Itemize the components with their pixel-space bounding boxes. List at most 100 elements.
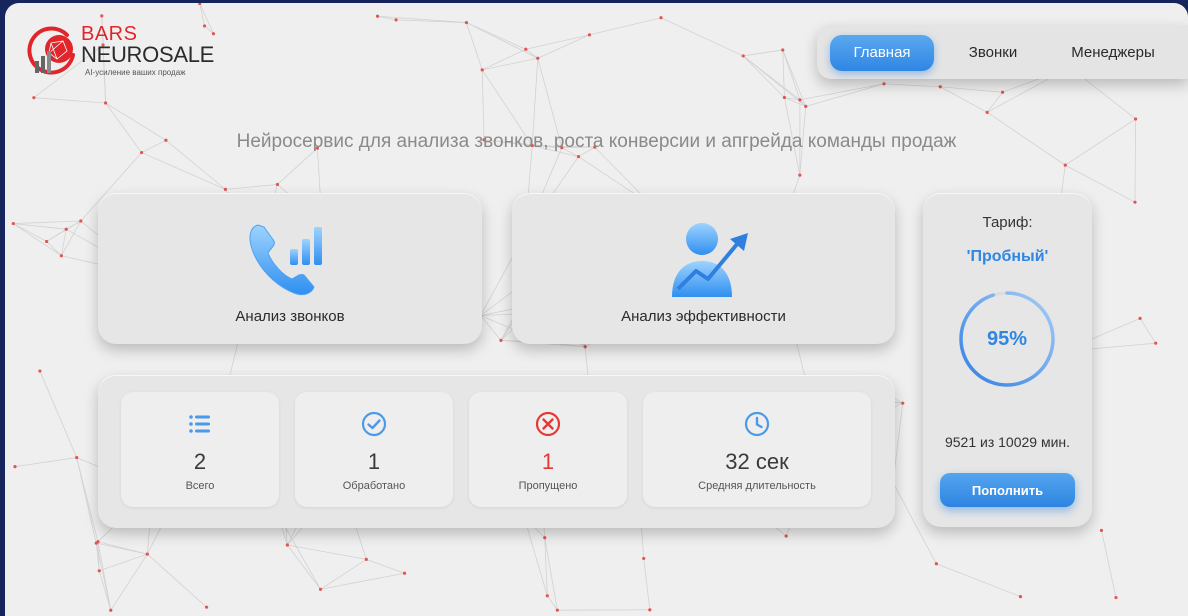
network-link bbox=[482, 48, 526, 71]
nav-item-managers[interactable]: Менеджеры bbox=[1053, 35, 1173, 71]
network-node bbox=[1114, 595, 1118, 600]
network-link bbox=[782, 49, 785, 98]
network-link bbox=[480, 315, 502, 341]
network-node bbox=[781, 48, 785, 52]
network-node bbox=[75, 455, 79, 460]
network-node bbox=[464, 20, 469, 25]
network-node bbox=[318, 587, 323, 591]
network-link bbox=[525, 48, 539, 59]
call-stats-panel: 2 Всего 1 Обработано 1 Пропущено 32 сек … bbox=[98, 375, 895, 528]
network-link bbox=[799, 83, 885, 101]
logo-icon bbox=[27, 26, 75, 75]
stat-total[interactable]: 2 Всего bbox=[121, 392, 279, 507]
app-page: BARS NEUROSALE AI-усиление ваших продаж … bbox=[5, 3, 1188, 616]
logo[interactable]: BARS NEUROSALE AI-усиление ваших продаж bbox=[23, 23, 223, 81]
clock-icon bbox=[744, 411, 770, 437]
network-node bbox=[1138, 316, 1142, 320]
network-link bbox=[481, 69, 485, 140]
network-node bbox=[45, 239, 49, 244]
network-link bbox=[147, 553, 207, 608]
network-node bbox=[480, 68, 484, 72]
stat-missed-value: 1 bbox=[541, 449, 555, 474]
network-node bbox=[882, 82, 886, 86]
network-node bbox=[555, 608, 559, 612]
network-link bbox=[13, 223, 67, 230]
network-node bbox=[394, 18, 398, 22]
network-link bbox=[482, 57, 538, 71]
network-node bbox=[804, 104, 808, 108]
stat-processed[interactable]: 1 Обработано bbox=[295, 392, 453, 507]
network-link bbox=[537, 34, 590, 59]
network-node bbox=[285, 543, 289, 547]
network-node bbox=[1133, 117, 1138, 121]
network-node bbox=[375, 14, 380, 18]
efficiency-analysis-card[interactable]: Анализ эффективности bbox=[512, 193, 895, 344]
network-node bbox=[934, 562, 938, 566]
stat-avg-duration-label: Средняя длительность bbox=[698, 480, 816, 492]
network-link bbox=[742, 55, 807, 107]
network-link bbox=[742, 55, 785, 98]
network-link bbox=[96, 542, 148, 555]
network-node bbox=[798, 173, 802, 177]
network-node bbox=[784, 534, 788, 538]
network-link bbox=[660, 17, 744, 57]
network-node bbox=[64, 227, 68, 231]
network-node bbox=[1063, 163, 1067, 167]
network-node bbox=[659, 16, 663, 20]
calls-analysis-label: Анализ звонков bbox=[235, 308, 345, 325]
network-node bbox=[985, 110, 989, 114]
stat-total-value: 2 bbox=[193, 449, 207, 474]
check-circle-icon bbox=[361, 411, 387, 437]
network-link bbox=[76, 457, 97, 544]
stat-avg-duration-value: 32 сек bbox=[725, 449, 789, 474]
network-link bbox=[99, 553, 148, 572]
stat-avg-duration[interactable]: 32 сек Средняя длительность bbox=[643, 392, 871, 507]
tariff-title: Тариф: bbox=[982, 214, 1033, 231]
network-node bbox=[59, 254, 63, 258]
network-link bbox=[277, 147, 318, 185]
network-link bbox=[46, 241, 62, 257]
network-node bbox=[543, 536, 547, 540]
network-node bbox=[524, 47, 528, 51]
network-node bbox=[97, 569, 101, 573]
network-link bbox=[1101, 530, 1117, 598]
stat-missed-label: Пропущено bbox=[518, 480, 578, 492]
minutes-used: 9521 из 10029 мин. bbox=[944, 434, 1071, 450]
network-node bbox=[32, 96, 36, 100]
list-icon bbox=[189, 415, 210, 433]
network-node bbox=[79, 219, 83, 223]
network-link bbox=[14, 457, 77, 468]
logo-brand-bottom: NEUROSALE bbox=[81, 42, 215, 67]
network-node bbox=[938, 85, 942, 89]
network-link bbox=[936, 563, 1021, 597]
nav-item-calls[interactable]: Звонки bbox=[949, 35, 1037, 71]
stat-processed-label: Обработано bbox=[342, 480, 406, 492]
tariff-name: 'Пробный' bbox=[966, 248, 1049, 265]
network-link bbox=[466, 22, 526, 50]
network-node bbox=[11, 221, 15, 226]
network-link bbox=[13, 220, 81, 224]
network-node bbox=[402, 571, 407, 575]
network-link bbox=[225, 184, 278, 190]
stat-missed[interactable]: 1 Пропущено bbox=[469, 392, 627, 507]
network-link bbox=[377, 15, 467, 23]
logo-tagline: AI-усиление ваших продаж bbox=[85, 68, 186, 77]
network-node bbox=[109, 608, 113, 612]
network-link bbox=[986, 92, 1003, 113]
network-node bbox=[223, 187, 228, 191]
network-link bbox=[287, 544, 321, 590]
network-link bbox=[33, 97, 106, 104]
network-node bbox=[576, 155, 581, 159]
calls-analysis-card[interactable]: Анализ звонков bbox=[98, 193, 482, 344]
network-node bbox=[100, 14, 104, 18]
x-circle-icon bbox=[535, 411, 561, 437]
network-node bbox=[798, 98, 802, 102]
usage-percent: 95% bbox=[986, 328, 1028, 350]
network-node bbox=[648, 608, 652, 612]
nav-item-home[interactable]: Главная bbox=[830, 35, 934, 71]
network-link bbox=[883, 83, 941, 88]
network-link bbox=[366, 559, 405, 574]
network-node bbox=[204, 605, 209, 609]
topup-button[interactable]: Пополнить bbox=[940, 473, 1075, 507]
network-node bbox=[545, 594, 549, 598]
